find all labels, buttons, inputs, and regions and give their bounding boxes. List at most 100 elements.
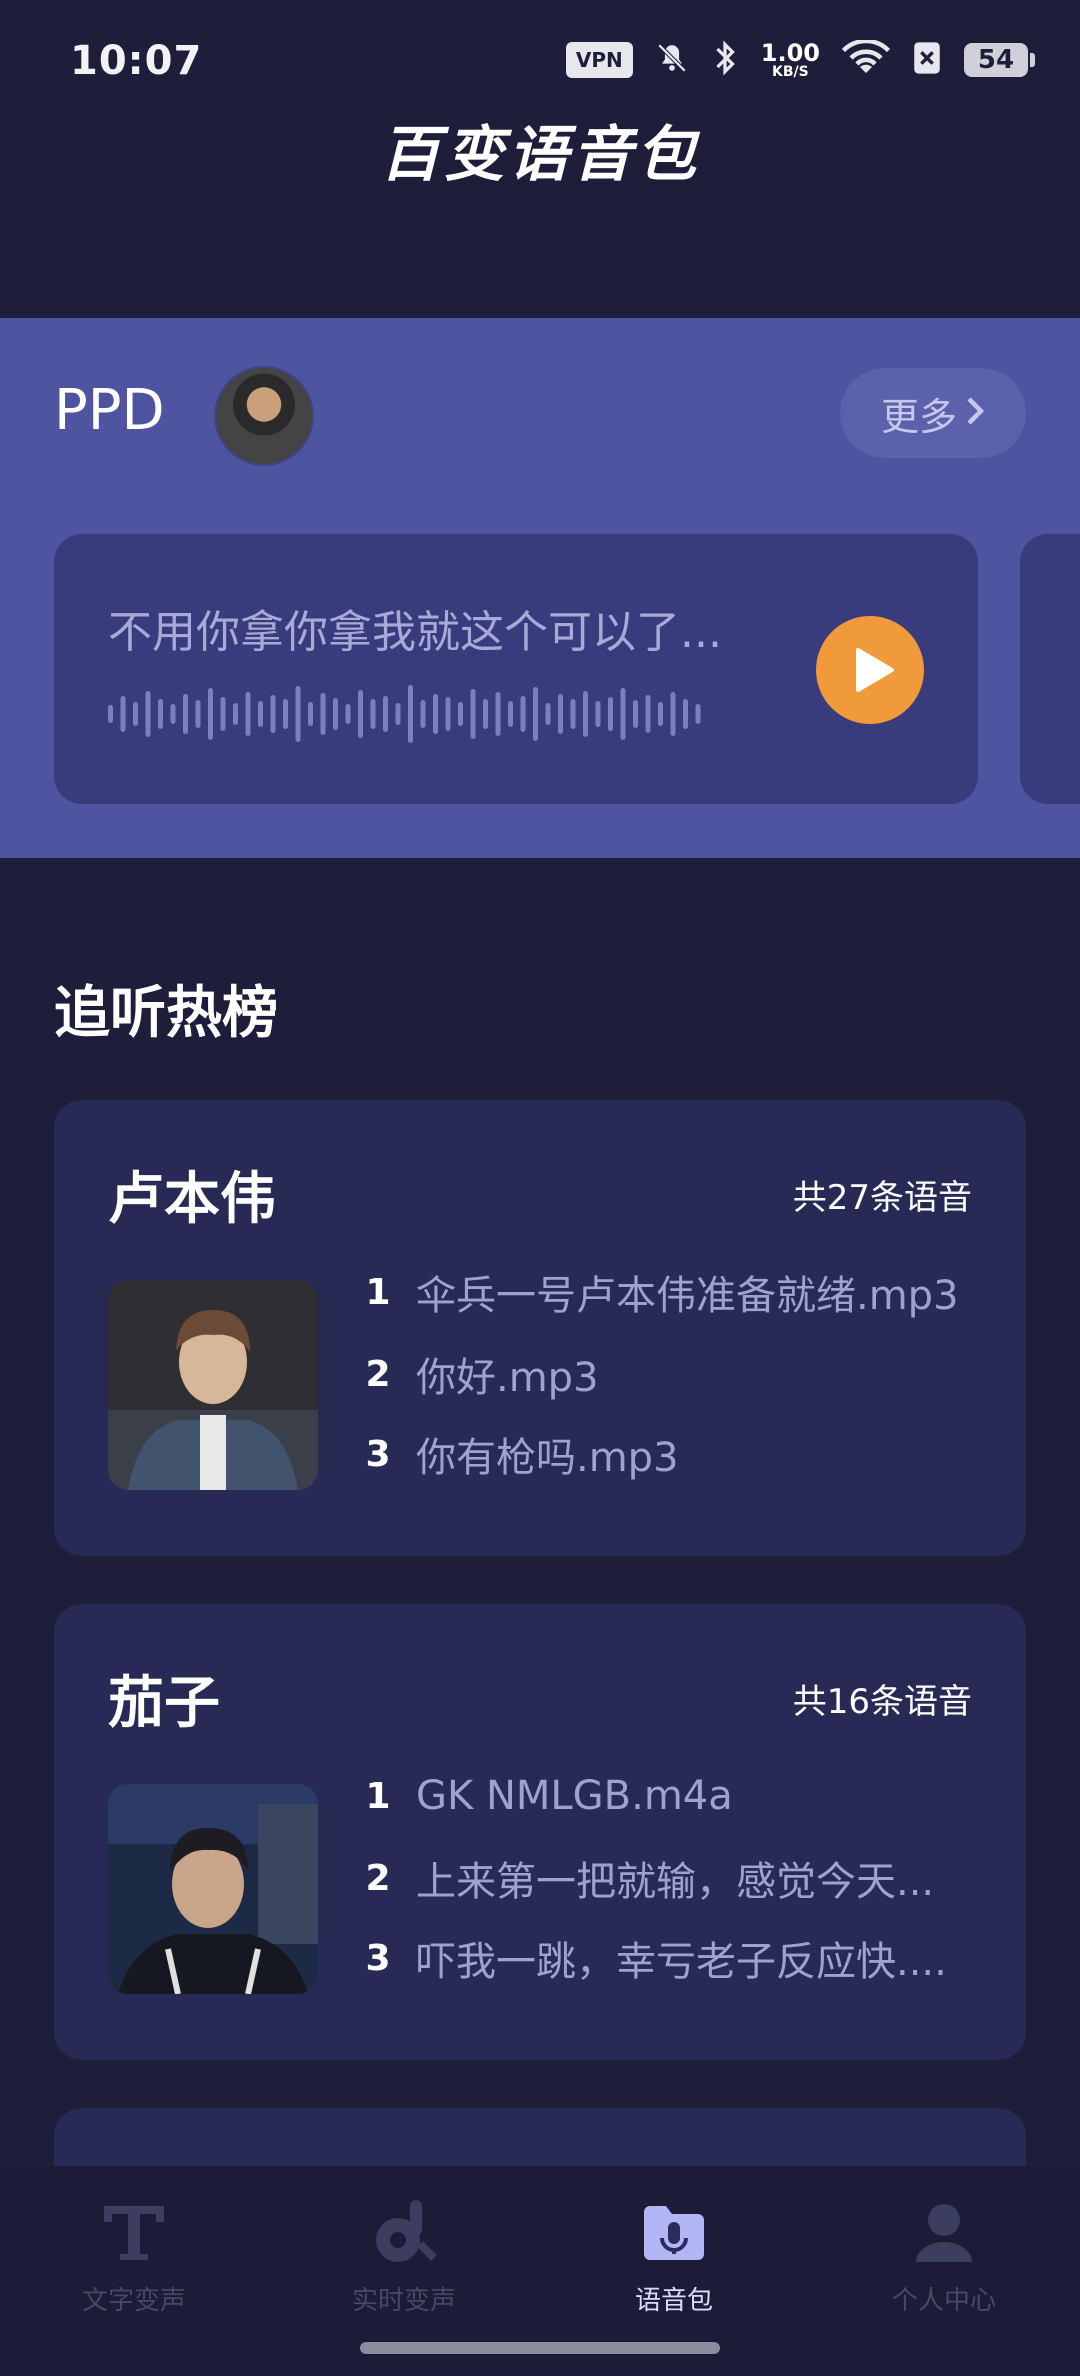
play-button[interactable] bbox=[816, 616, 924, 724]
wave-bar bbox=[308, 702, 313, 726]
rank-card[interactable]: 卢本伟 共27条语音 1 伞兵一号卢本伟准备就绪.mp3 2 你好.mp3 3 … bbox=[54, 1100, 1026, 1556]
nav-label: 实时变声 bbox=[351, 2286, 456, 2316]
wave-bar bbox=[220, 697, 226, 731]
wave-bar bbox=[620, 688, 626, 740]
realtime-voice-icon bbox=[364, 2192, 444, 2272]
waveform bbox=[108, 685, 701, 743]
wave-bar bbox=[483, 699, 488, 729]
home-indicator[interactable] bbox=[360, 2342, 720, 2354]
tab-voice-pack[interactable]: 语音包 bbox=[574, 2192, 774, 2317]
wave-bar bbox=[358, 690, 363, 738]
wave-bar bbox=[183, 694, 188, 734]
track-title: GK NMLGB.m4a bbox=[416, 1773, 733, 1819]
wave-bar bbox=[295, 686, 301, 742]
artist-photo bbox=[108, 1784, 318, 1994]
status-bar: 10:07 VPN 1.00 KB/S 54 bbox=[0, 0, 1080, 120]
wave-bar bbox=[595, 701, 601, 727]
wave-bar bbox=[320, 693, 326, 735]
nav-label: 文字变声 bbox=[81, 2286, 186, 2316]
track-title: 上来第一把就输，感觉今天... bbox=[416, 1859, 935, 1905]
voice-card-next[interactable] bbox=[1020, 534, 1080, 804]
avatar[interactable] bbox=[214, 366, 314, 466]
wave-bar bbox=[520, 696, 526, 732]
wave-bar bbox=[233, 703, 238, 725]
rank-name: 茄子 bbox=[108, 1671, 220, 1736]
wave-bar bbox=[445, 697, 451, 731]
wave-bar bbox=[245, 692, 251, 736]
wave-bar bbox=[383, 696, 388, 732]
tab-text-voice[interactable]: 文字变声 bbox=[34, 2192, 234, 2317]
wave-bar bbox=[583, 691, 588, 737]
more-button[interactable]: 更多 bbox=[840, 368, 1026, 458]
wave-bar bbox=[533, 687, 538, 741]
status-icons: VPN 1.00 KB/S 54 bbox=[565, 38, 1035, 80]
chevron-right-icon bbox=[965, 391, 985, 435]
wave-bar bbox=[195, 700, 201, 728]
track-item[interactable]: 3 你有枪吗.mp3 bbox=[360, 1424, 678, 1484]
featured-section: PPD 更多 不用你拿你拿我就这个可以了... bbox=[0, 318, 1080, 858]
track-title: 你好.mp3 bbox=[416, 1355, 599, 1401]
network-speed: 1.00 KB/S bbox=[760, 39, 820, 80]
track-item[interactable]: 1 GK NMLGB.m4a bbox=[360, 1766, 733, 1826]
voice-card[interactable]: 不用你拿你拿我就这个可以了... bbox=[54, 534, 978, 804]
track-number: 3 bbox=[365, 1433, 391, 1475]
wave-bar bbox=[170, 704, 176, 724]
wave-bar bbox=[558, 694, 563, 734]
track-title: 吓我一跳，幸亏老子反应快.... bbox=[416, 1939, 947, 1985]
wave-bar bbox=[408, 685, 413, 743]
artist-photo bbox=[108, 1280, 318, 1490]
wave-bar bbox=[695, 704, 701, 724]
wave-bar bbox=[420, 700, 426, 728]
wave-bar bbox=[208, 688, 213, 740]
section-title: 追听热榜 bbox=[54, 981, 278, 1046]
track-title: 伞兵一号卢本伟准备就绪.mp3 bbox=[416, 1273, 959, 1319]
rank-count: 共16条语音 bbox=[792, 1682, 972, 1722]
wave-bar bbox=[658, 702, 663, 726]
wave-bar bbox=[258, 701, 263, 727]
wave-bar bbox=[458, 702, 463, 726]
more-label: 更多 bbox=[880, 394, 957, 439]
wave-bar bbox=[508, 701, 513, 727]
wave-bar bbox=[120, 696, 126, 732]
wave-bar bbox=[158, 699, 163, 729]
wave-bar bbox=[133, 702, 138, 726]
wave-bar bbox=[270, 695, 276, 733]
track-number: 1 bbox=[365, 1775, 391, 1817]
wifi-icon bbox=[841, 38, 891, 80]
rank-count: 共27条语音 bbox=[792, 1178, 972, 1218]
voice-pack-icon bbox=[634, 2192, 714, 2272]
voice-text: 不用你拿你拿我就这个可以了... bbox=[108, 607, 722, 658]
wave-bar bbox=[608, 697, 613, 731]
track-item[interactable]: 2 上来第一把就输，感觉今天... bbox=[360, 1848, 934, 1908]
track-item[interactable]: 1 伞兵一号卢本伟准备就绪.mp3 bbox=[360, 1262, 959, 1322]
tab-profile[interactable]: 个人中心 bbox=[844, 2192, 1044, 2317]
wave-bar bbox=[683, 699, 688, 729]
wave-bar bbox=[633, 700, 638, 728]
bluetooth-icon bbox=[711, 40, 739, 80]
wave-bar bbox=[670, 692, 676, 736]
track-number: 2 bbox=[365, 1857, 391, 1899]
track-item[interactable]: 3 吓我一跳，幸亏老子反应快.... bbox=[360, 1928, 947, 1988]
status-time: 10:07 bbox=[70, 38, 203, 84]
battery-icon: 54 bbox=[964, 43, 1035, 77]
nav-label: 个人中心 bbox=[891, 2286, 996, 2316]
rank-name: 卢本伟 bbox=[108, 1167, 276, 1232]
wave-bar bbox=[433, 694, 438, 734]
text-icon bbox=[94, 2192, 174, 2272]
wave-bar bbox=[395, 703, 401, 725]
sim-off-icon bbox=[912, 41, 942, 79]
wave-bar bbox=[108, 705, 113, 723]
play-icon bbox=[856, 648, 894, 692]
app-title: 百变语音包 bbox=[380, 120, 700, 190]
wave-bar bbox=[145, 691, 151, 737]
tab-realtime-voice[interactable]: 实时变声 bbox=[304, 2192, 504, 2317]
track-item[interactable]: 2 你好.mp3 bbox=[360, 1344, 599, 1404]
profile-icon bbox=[904, 2192, 984, 2272]
wave-bar bbox=[570, 699, 576, 729]
nav-label: 语音包 bbox=[634, 2286, 713, 2316]
rank-card[interactable]: 茄子 共16条语音 1 GK NMLGB.m4a 2 上来第一把就输，感觉今天.… bbox=[54, 1604, 1026, 2060]
wave-bar bbox=[495, 692, 501, 736]
track-number: 3 bbox=[365, 1937, 391, 1979]
wave-bar bbox=[333, 698, 338, 730]
wave-bar bbox=[283, 699, 288, 729]
